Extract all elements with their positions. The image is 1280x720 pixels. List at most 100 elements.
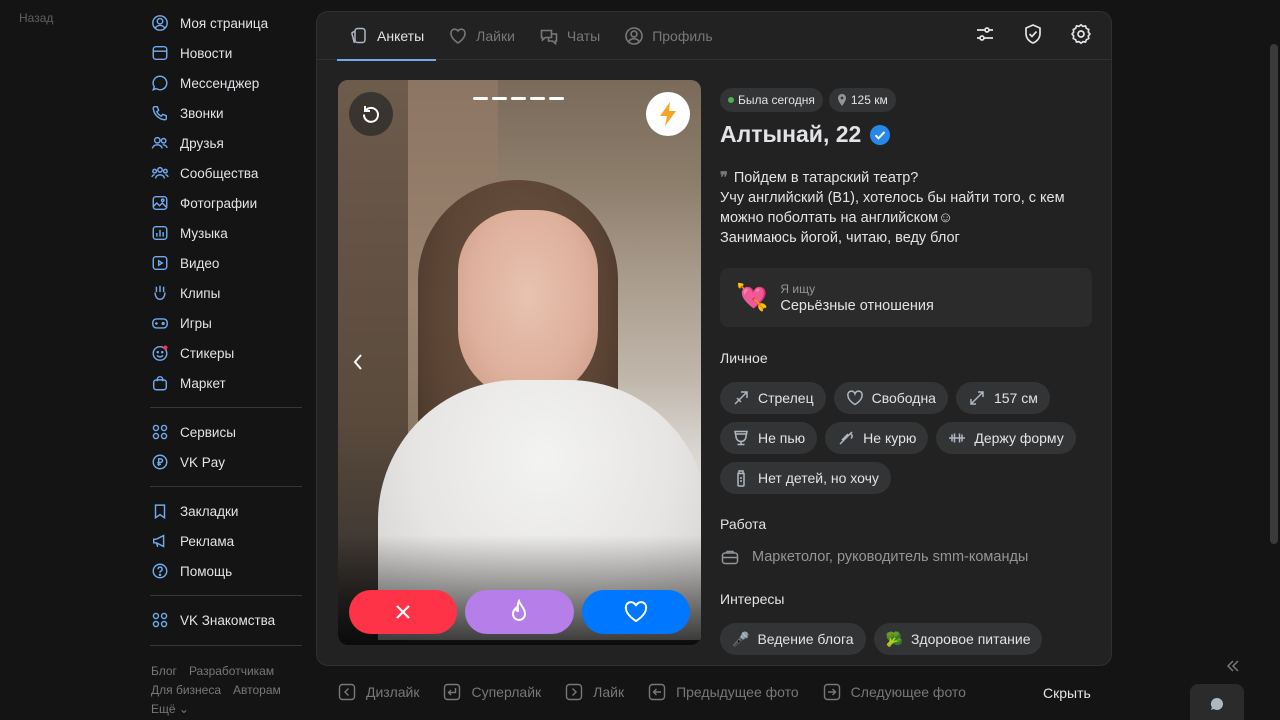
sidebar-item-video[interactable]: Видео (150, 248, 302, 278)
work-section-title: Работа (720, 516, 767, 532)
photo-icon (150, 193, 170, 213)
sidebar-item-stickers[interactable]: Стикеры (150, 338, 302, 368)
photo-indicator-3[interactable] (511, 97, 526, 100)
cards-icon (351, 27, 366, 43)
online-dot (728, 97, 734, 103)
chip-smoking: Не курю (825, 422, 929, 454)
profile-name: Алтынай, 22 (720, 121, 862, 147)
sidebar-item-calls[interactable]: Звонки (150, 98, 302, 128)
clips-icon (150, 283, 170, 303)
page-scrollbar[interactable] (1268, 44, 1280, 544)
hide-hints-button[interactable]: Скрыть (1043, 685, 1091, 701)
sidebar-item-music[interactable]: Музыка (150, 218, 302, 248)
megaphone-icon (150, 531, 170, 551)
sidebar-item-label: Звонки (180, 105, 224, 121)
shield-icon[interactable] (1021, 22, 1045, 46)
sidebar-item-friends[interactable]: Друзья (150, 128, 302, 158)
bag-icon (150, 373, 170, 393)
undo-icon (362, 106, 379, 123)
distance-text: 125 км (850, 93, 888, 107)
photo-indicator-2[interactable] (492, 97, 507, 100)
settings-gear-icon[interactable] (1069, 22, 1093, 46)
dislike-button[interactable] (349, 590, 458, 634)
scrollbar-thumb[interactable] (1270, 44, 1278, 544)
communities-icon (150, 163, 170, 183)
chip-label: Держу форму (974, 430, 1064, 446)
sagittarius-icon (734, 391, 748, 405)
sidebar-item-photos[interactable]: Фотографии (150, 188, 302, 218)
sidebar-item-help[interactable]: Помощь (150, 556, 302, 586)
tab-likes[interactable]: Лайки (436, 12, 527, 60)
sidebar-divider (150, 407, 302, 408)
filters-icon[interactable] (973, 22, 997, 46)
phone-icon (150, 103, 170, 123)
interest-chips: 🎤 Ведение блога 🥦 Здоровое питание (720, 623, 1092, 655)
sidebar-item-label: Мессенджер (180, 75, 260, 91)
chip-fitness: Держу форму (936, 422, 1076, 454)
sidebar-divider (150, 645, 302, 646)
previous-photo-arrow[interactable] (352, 350, 368, 374)
relationship-goal: 💘 Я ищу Серьёзные отношения (720, 268, 1092, 327)
tab-label: Лайки (476, 27, 515, 44)
sidebar-item-label: Стикеры (180, 345, 235, 361)
back-link[interactable]: Назад (19, 11, 53, 25)
sidebar-item-my-page[interactable]: Моя страница (150, 8, 302, 38)
sidebar-item-messenger[interactable]: Мессенджер (150, 68, 302, 98)
tab-tools (973, 22, 1093, 46)
sidebar-divider (150, 595, 302, 596)
sidebar-item-vk-dating[interactable]: VK Знакомства (150, 605, 302, 635)
quote-icon: ❞ (720, 170, 728, 186)
tab-profile[interactable]: Профиль (612, 12, 724, 60)
gamepad-icon (150, 313, 170, 333)
sidebar-item-news[interactable]: Новости (150, 38, 302, 68)
status-badges: Была сегодня 125 км (720, 88, 1092, 112)
photo-indicator-5[interactable] (549, 97, 564, 100)
hotkey-like: Лайк (565, 683, 624, 701)
chat-popup-button[interactable] (1190, 684, 1244, 720)
tab-label: Анкеты (377, 27, 425, 44)
footer-link-authors[interactable]: Авторам (233, 683, 281, 697)
chip-label: Нет детей, но хочу (758, 470, 879, 486)
goal-label: Я ищу (780, 281, 816, 296)
chip-label: Свободна (871, 390, 936, 406)
arrow-right-key-icon (565, 683, 583, 701)
sidebar-item-ads[interactable]: Реклама (150, 526, 302, 556)
footer-link-blog[interactable]: Блог (151, 664, 177, 678)
flame-icon (512, 599, 527, 621)
chip-drinking: Не пью (720, 422, 818, 454)
footer-link-developers[interactable]: Разработчикам (189, 664, 274, 678)
collapse-chats-button[interactable] (1225, 658, 1241, 679)
dumbbell-icon (949, 433, 966, 443)
boost-button[interactable] (646, 92, 690, 136)
sidebar-item-market[interactable]: Маркет (150, 368, 302, 398)
footer-link-more[interactable]: Ещё ⌄ (151, 702, 189, 716)
like-button[interactable] (581, 590, 690, 634)
photo-indicator-1[interactable] (473, 97, 488, 100)
tab-profiles[interactable]: Анкеты (337, 12, 437, 61)
sidebar-divider (150, 486, 302, 487)
message-icon (150, 73, 170, 93)
superlike-button[interactable] (465, 590, 574, 634)
enter-key-icon (444, 683, 461, 701)
music-icon (150, 223, 170, 243)
profile-photo[interactable] (338, 80, 701, 645)
cross-icon (396, 605, 410, 619)
footer-link-business[interactable]: Для бизнеса (151, 683, 221, 697)
sidebar-item-games[interactable]: Игры (150, 308, 302, 338)
sidebar-item-bookmarks[interactable]: Закладки (150, 496, 302, 526)
sidebar-item-label: Сервисы (180, 424, 236, 440)
profile-info: Была сегодня 125 км Алтынай, 22 ❞ Пойдем … (720, 88, 1092, 655)
chip-interest-healthy-food: 🥦 Здоровое питание (873, 623, 1043, 655)
lightning-icon (660, 102, 676, 126)
sidebar-item-label: Маркет (180, 375, 226, 391)
undo-button[interactable] (349, 92, 393, 136)
sidebar-item-clips[interactable]: Клипы (150, 278, 302, 308)
photo-indicator-4[interactable] (530, 97, 545, 100)
double-chevron-left-icon (1226, 660, 1239, 672)
sidebar-item-communities[interactable]: Сообщества (150, 158, 302, 188)
personal-chips: Стрелец Свободна 157 см Не пью Не курю Д… (720, 382, 1092, 494)
tab-chats[interactable]: Чаты (527, 12, 612, 60)
hotkey-label: Следующее фото (850, 684, 966, 700)
sidebar-item-vkpay[interactable]: VK Pay (150, 447, 302, 477)
sidebar-item-services[interactable]: Сервисы (150, 417, 302, 447)
